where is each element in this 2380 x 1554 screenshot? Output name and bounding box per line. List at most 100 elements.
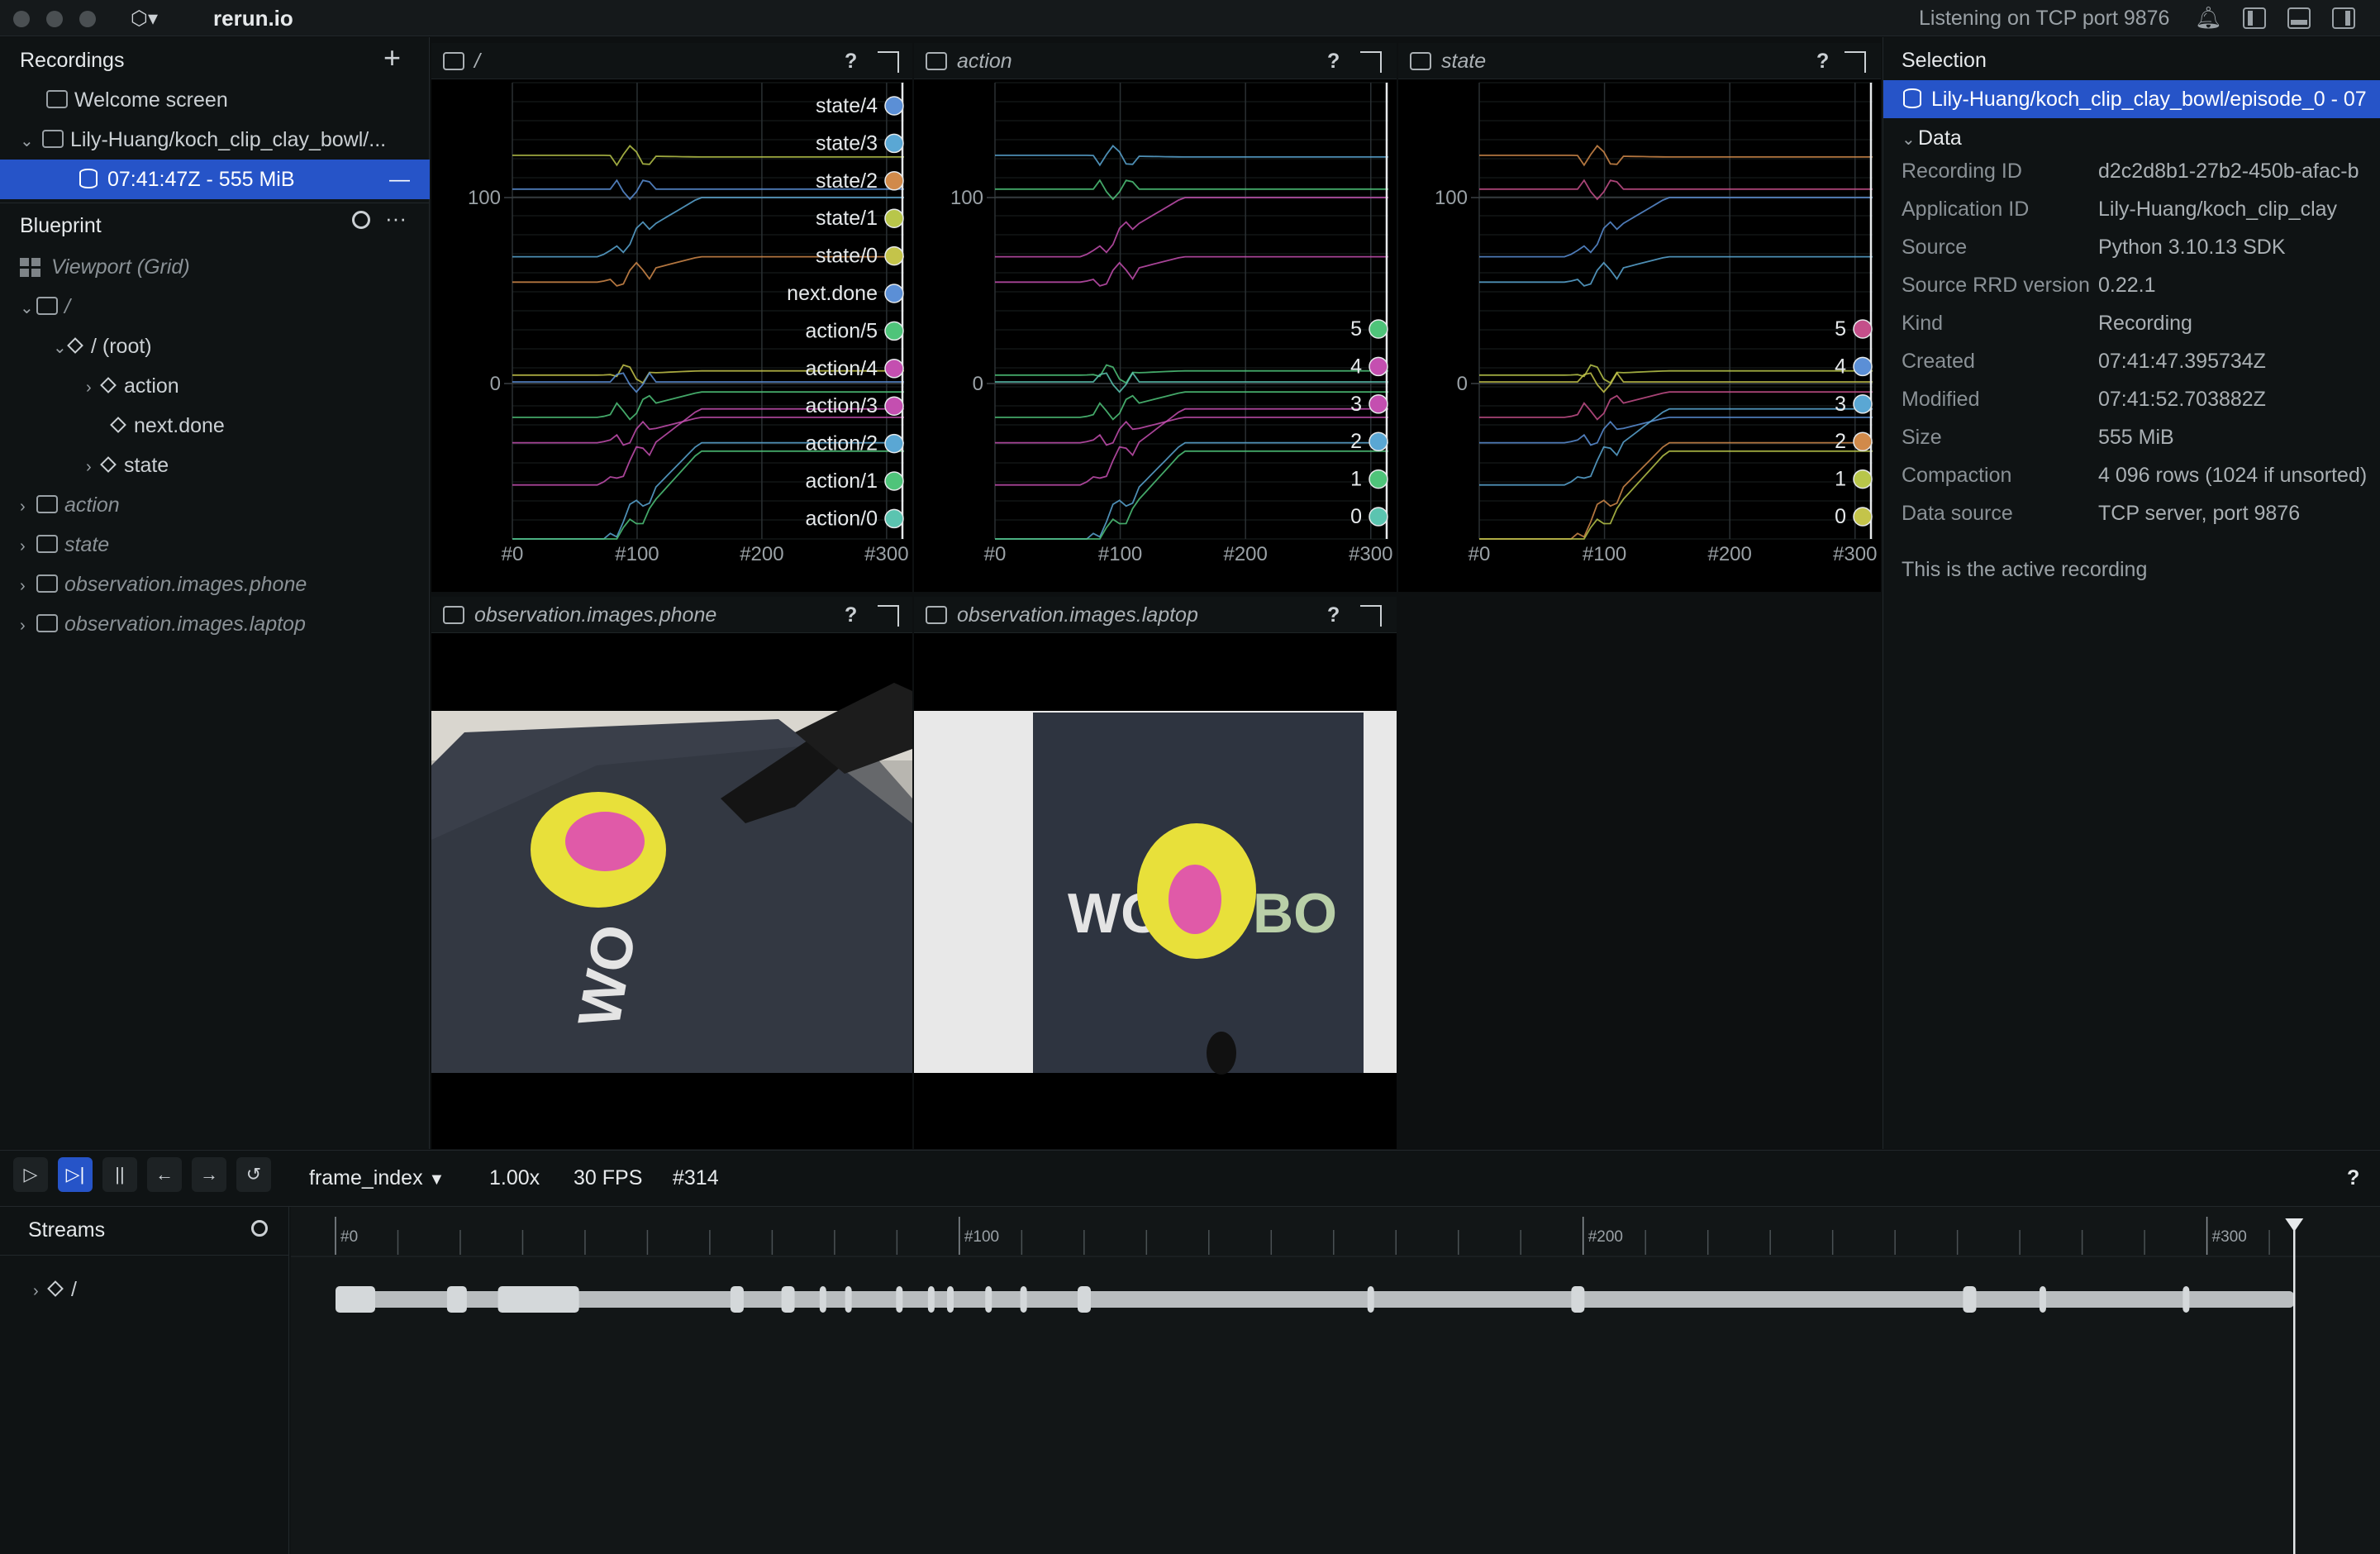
help-icon[interactable]: ? (845, 43, 857, 79)
stream-data-strip (336, 1291, 2295, 1308)
chevron-right-icon[interactable]: › (20, 487, 36, 527)
current-frame[interactable]: #314 (673, 1166, 719, 1190)
view-phone-item[interactable]: › observation.images.phone (20, 565, 307, 604)
view-action-header[interactable]: action ? (914, 43, 1397, 79)
selected-recording-item[interactable]: Lily-Huang/koch_clip_clay_bowl/episode_0… (1883, 80, 2380, 118)
timeline-selector[interactable]: frame_index ▼ (309, 1166, 445, 1190)
chevron-right-icon[interactable]: › (86, 447, 102, 487)
minimize-window-button[interactable] (46, 11, 63, 27)
chevron-down-icon[interactable]: ⌄ (20, 288, 36, 328)
maximize-view-icon[interactable] (878, 51, 899, 73)
toggle-left-panel-icon[interactable] (2243, 7, 2266, 29)
image-view-icon (443, 606, 464, 624)
viewport-item[interactable]: Viewport (Grid) (20, 247, 190, 287)
legend-label: action/2 (805, 432, 878, 455)
time-ruler[interactable]: #0 #100 #200 #300 (291, 1207, 2380, 1554)
property-key: Recording ID (1902, 160, 2022, 183)
maximize-view-icon[interactable] (878, 605, 899, 627)
y-tick-label: 100 (950, 187, 983, 209)
follow-playback-icon[interactable]: ▷| (58, 1157, 93, 1192)
property-key: Data source (1902, 502, 2013, 525)
series-line (1479, 408, 1873, 486)
timeline-help-icon[interactable]: ? (2347, 1166, 2359, 1190)
legend-label: action/3 (805, 394, 878, 417)
notifications-bell-icon[interactable]: 🔔︎ (2195, 5, 2222, 31)
left-panel: Recordings + Welcome screen ⌄ Lily-Huang… (0, 37, 430, 1149)
more-options-icon[interactable]: ··· (385, 206, 407, 231)
view-phone-header[interactable]: observation.images.phone ? (431, 597, 912, 633)
chevron-right-icon[interactable]: › (33, 1271, 50, 1311)
step-forward-icon[interactable]: → (192, 1157, 226, 1192)
view-state-header[interactable]: state ? (1398, 43, 1881, 79)
time-ruler-area[interactable]: #0 #100 #200 #300 (291, 1207, 2380, 1554)
loop-icon[interactable]: ↺ (236, 1157, 271, 1192)
pause-icon[interactable]: || (102, 1157, 137, 1192)
view-root-header[interactable]: / ? (431, 43, 912, 79)
chevron-right-icon[interactable]: › (20, 566, 36, 606)
help-icon[interactable]: ? (845, 597, 857, 633)
close-recording-icon[interactable]: — (389, 160, 410, 199)
chevron-down-icon[interactable]: ⌄ (1902, 122, 1918, 158)
view-action-item[interactable]: › action (20, 485, 120, 525)
help-icon[interactable]: ? (1327, 43, 1340, 79)
plot-view-action[interactable]: 100 0 #0 #100 #200 #300 5 4 3 2 1 0 (914, 79, 1397, 592)
timeseries-plot-root[interactable]: 100 0 #0 #100 #200 #300 state/4 state/3 state/2 s… (431, 79, 912, 592)
recording-app-item[interactable]: ⌄ Lily-Huang/koch_clip_clay_bowl/... (20, 120, 386, 160)
search-icon[interactable] (352, 211, 370, 229)
entity-root-item[interactable]: ⌄ / (root) (53, 327, 152, 366)
maximize-view-icon[interactable] (1844, 51, 1866, 73)
view-state-item[interactable]: › state (20, 525, 109, 565)
plot-view-state[interactable]: 100 0 #0 #100 #200 #300 5 4 3 2 1 0 (1398, 79, 1881, 592)
toggle-right-panel-icon[interactable] (2332, 7, 2355, 29)
chevron-right-icon[interactable]: › (86, 368, 102, 408)
y-tick-label: 0 (1457, 373, 1468, 395)
search-icon[interactable] (251, 1220, 268, 1237)
legend-swatch (884, 396, 904, 416)
help-icon[interactable]: ? (1816, 43, 1829, 79)
stream-data-chunk (336, 1286, 375, 1313)
recording-welcome-screen[interactable]: Welcome screen (46, 80, 228, 120)
step-back-icon[interactable]: ← (147, 1157, 182, 1192)
image-view-laptop[interactable]: WO BO (914, 633, 1397, 1149)
property-value: Python 3.10.13 SDK (2098, 236, 2286, 259)
rerun-logo-menu-icon[interactable]: ⬡▾ (131, 7, 164, 30)
entity-next-done-item[interactable]: next.done (110, 406, 225, 446)
selection-panel: Selection Lily-Huang/koch_clip_clay_bowl… (1883, 37, 2380, 1149)
legend-label: 4 (1835, 355, 1846, 378)
data-section-header[interactable]: ⌄ Data (1902, 120, 1962, 156)
play-icon[interactable]: ▷ (13, 1157, 48, 1192)
legend-label: next.done (787, 282, 878, 305)
recording-active-item[interactable]: 07:41:47Z - 555 MiB — (0, 160, 430, 199)
view-root-item[interactable]: ⌄ / (20, 287, 70, 327)
entity-icon (67, 337, 83, 355)
zoom-window-button[interactable] (79, 11, 96, 27)
timeseries-plot-action[interactable]: 100 0 #0 #100 #200 #300 5 4 3 2 1 0 (914, 79, 1397, 592)
timeseries-plot-state[interactable]: 100 0 #0 #100 #200 #300 5 4 3 2 1 0 (1398, 79, 1881, 592)
add-recording-icon[interactable]: + (383, 41, 401, 75)
help-icon[interactable]: ? (1327, 597, 1340, 633)
image-view-phone[interactable]: WO (431, 633, 912, 1149)
chevron-right-icon[interactable]: › (20, 606, 36, 646)
view-laptop-header[interactable]: observation.images.laptop ? (914, 597, 1397, 633)
legend-label: state/2 (816, 169, 878, 193)
entity-action-item[interactable]: › action (86, 366, 179, 406)
chevron-down-icon[interactable]: ⌄ (53, 328, 69, 368)
chevron-right-icon[interactable]: › (20, 527, 36, 566)
playback-fps[interactable]: 30 FPS (574, 1166, 642, 1190)
legend-swatch (884, 508, 904, 529)
toggle-bottom-panel-icon[interactable] (2287, 7, 2311, 29)
x-tick-label: #300 (1833, 543, 1877, 565)
plot-view-root[interactable]: 100 0 #0 #100 #200 #300 state/4 state/3 state/2 s… (431, 79, 912, 592)
maximize-view-icon[interactable] (1360, 605, 1382, 627)
view-laptop-item[interactable]: › observation.images.laptop (20, 604, 306, 644)
stream-root-item[interactable]: › / (33, 1270, 77, 1309)
y-tick-label: 0 (490, 373, 501, 395)
chevron-down-icon[interactable]: ⌄ (20, 122, 36, 161)
maximize-view-icon[interactable] (1360, 51, 1382, 73)
series-line (1479, 255, 1873, 287)
entity-state-item[interactable]: › state (86, 446, 169, 485)
playback-speed[interactable]: 1.00x (489, 1166, 540, 1190)
blueprint-header: Blueprint (20, 214, 102, 237)
series-line (995, 255, 1388, 287)
close-window-button[interactable] (13, 11, 30, 27)
